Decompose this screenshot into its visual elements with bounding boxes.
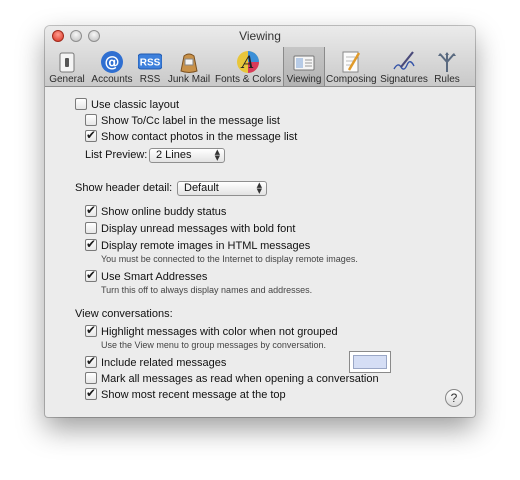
tab-rss-label: RSS [139,74,161,85]
help-button[interactable]: ? [445,389,463,407]
to-cc-label-checkbox[interactable]: Show To/Cc label in the message list [85,114,280,127]
highlight-color-fill [353,355,387,369]
smart-addresses-hint: Turn this off to always display names an… [101,285,313,295]
popup-arrows-icon: ▲ ▼ [214,148,220,162]
checkbox-box[interactable] [75,98,87,110]
svg-text:RSS: RSS [140,58,161,69]
highlight-color-label: Highlight messages with color when not g… [101,326,338,338]
tab-fonts-colors-label: Fonts & Colors [215,74,282,85]
highlight-color-well[interactable] [349,351,391,373]
remote-images-hint: You must be connected to the Internet to… [101,254,358,264]
viewing-settings-panel: Use classic layout Show To/Cc label in t… [45,87,475,417]
highlight-color-hint: Use the View menu to group messages by c… [101,340,326,350]
mark-read-checkbox[interactable]: Mark all messages as read when opening a… [85,372,379,385]
checkbox-box[interactable] [85,268,97,282]
tab-rss[interactable]: RSS RSS [137,48,163,86]
checkbox-box[interactable] [85,203,97,217]
tab-accounts[interactable]: @ Accounts [89,48,135,86]
recent-top-checkbox[interactable]: Show most recent message at the top [85,386,286,401]
rss-badge-icon: RSS [138,53,162,70]
toolbar: Viewing General @ Accounts RSS RSS Junk … [45,26,475,87]
mark-read-label: Mark all messages as read when opening a… [101,373,379,385]
checkbox-box[interactable] [85,386,97,400]
remote-images-label: Display remote images in HTML messages [101,240,311,252]
remote-images-checkbox[interactable]: Display remote images in HTML messages [85,237,311,252]
viewing-icon [293,55,315,71]
smart-addresses-checkbox[interactable]: Use Smart Addresses [85,268,208,283]
tab-accounts-label: Accounts [91,74,133,85]
at-sign-icon: @ [101,51,123,73]
list-preview-label: List Preview: [85,149,148,161]
classic-layout-label: Use classic layout [91,99,180,111]
window-title: Viewing [239,29,281,43]
tab-general[interactable]: General [49,48,85,86]
tab-rules-label: Rules [434,74,460,85]
tab-viewing[interactable]: Viewing [283,47,325,86]
tab-junk-mail-label: Junk Mail [167,74,211,85]
checkbox-box[interactable] [85,354,97,368]
list-preview-popup[interactable]: 2 Lines ▲ ▼ [149,148,225,163]
tab-signatures-label: Signatures [380,74,428,85]
list-preview-value: 2 Lines [156,149,192,161]
svg-text:@: @ [105,53,120,71]
view-conversations-label: View conversations: [75,308,173,320]
tab-general-label: General [49,74,85,85]
header-detail-value: Default [184,182,219,194]
checkbox-box[interactable] [85,372,97,384]
tab-composing-label: Composing [326,74,377,85]
unread-bold-checkbox[interactable]: Display unread messages with bold font [85,222,295,235]
header-detail-label: Show header detail: [75,182,173,194]
smart-addresses-label: Use Smart Addresses [101,271,208,283]
checkbox-box[interactable] [85,114,97,126]
tab-viewing-label: Viewing [286,74,322,85]
contact-photos-label: Show contact photos in the message list [101,131,298,143]
popup-arrows-icon: ▲ ▼ [256,181,262,195]
unread-bold-label: Display unread messages with bold font [101,223,296,235]
checkbox-box[interactable] [85,128,97,142]
contact-photos-checkbox[interactable]: Show contact photos in the message list [85,128,298,143]
buddy-status-checkbox[interactable]: Show online buddy status [85,203,227,218]
preferences-window: Viewing General @ Accounts RSS RSS Junk … [45,26,475,417]
tab-fonts-colors[interactable]: A Fonts & Colors [215,48,281,86]
junk-mail-bag-icon [180,53,198,73]
checkbox-box[interactable] [85,323,97,337]
rules-icon [438,52,456,72]
checkbox-box[interactable] [85,237,97,251]
highlight-color-checkbox[interactable]: Highlight messages with color when not g… [85,323,338,338]
tab-composing[interactable]: Composing [326,48,377,86]
signature-pen-icon [393,51,415,70]
checkbox-box[interactable] [85,222,97,234]
fonts-colors-icon: A [237,51,259,73]
tab-junk-mail[interactable]: Junk Mail [167,48,211,86]
classic-layout-checkbox[interactable]: Use classic layout [75,98,179,111]
general-switch-icon [59,52,75,73]
to-cc-label-text: Show To/Cc label in the message list [101,115,280,127]
tab-rules[interactable]: Rules [432,48,462,86]
header-detail-popup[interactable]: Default ▲ ▼ [177,181,267,196]
buddy-status-label: Show online buddy status [101,206,227,218]
related-messages-label: Include related messages [101,357,227,369]
recent-top-label: Show most recent message at the top [101,389,286,401]
tab-signatures[interactable]: Signatures [380,48,428,86]
composing-icon [342,51,361,73]
related-messages-checkbox[interactable]: Include related messages [85,354,227,369]
svg-text:A: A [240,53,254,73]
